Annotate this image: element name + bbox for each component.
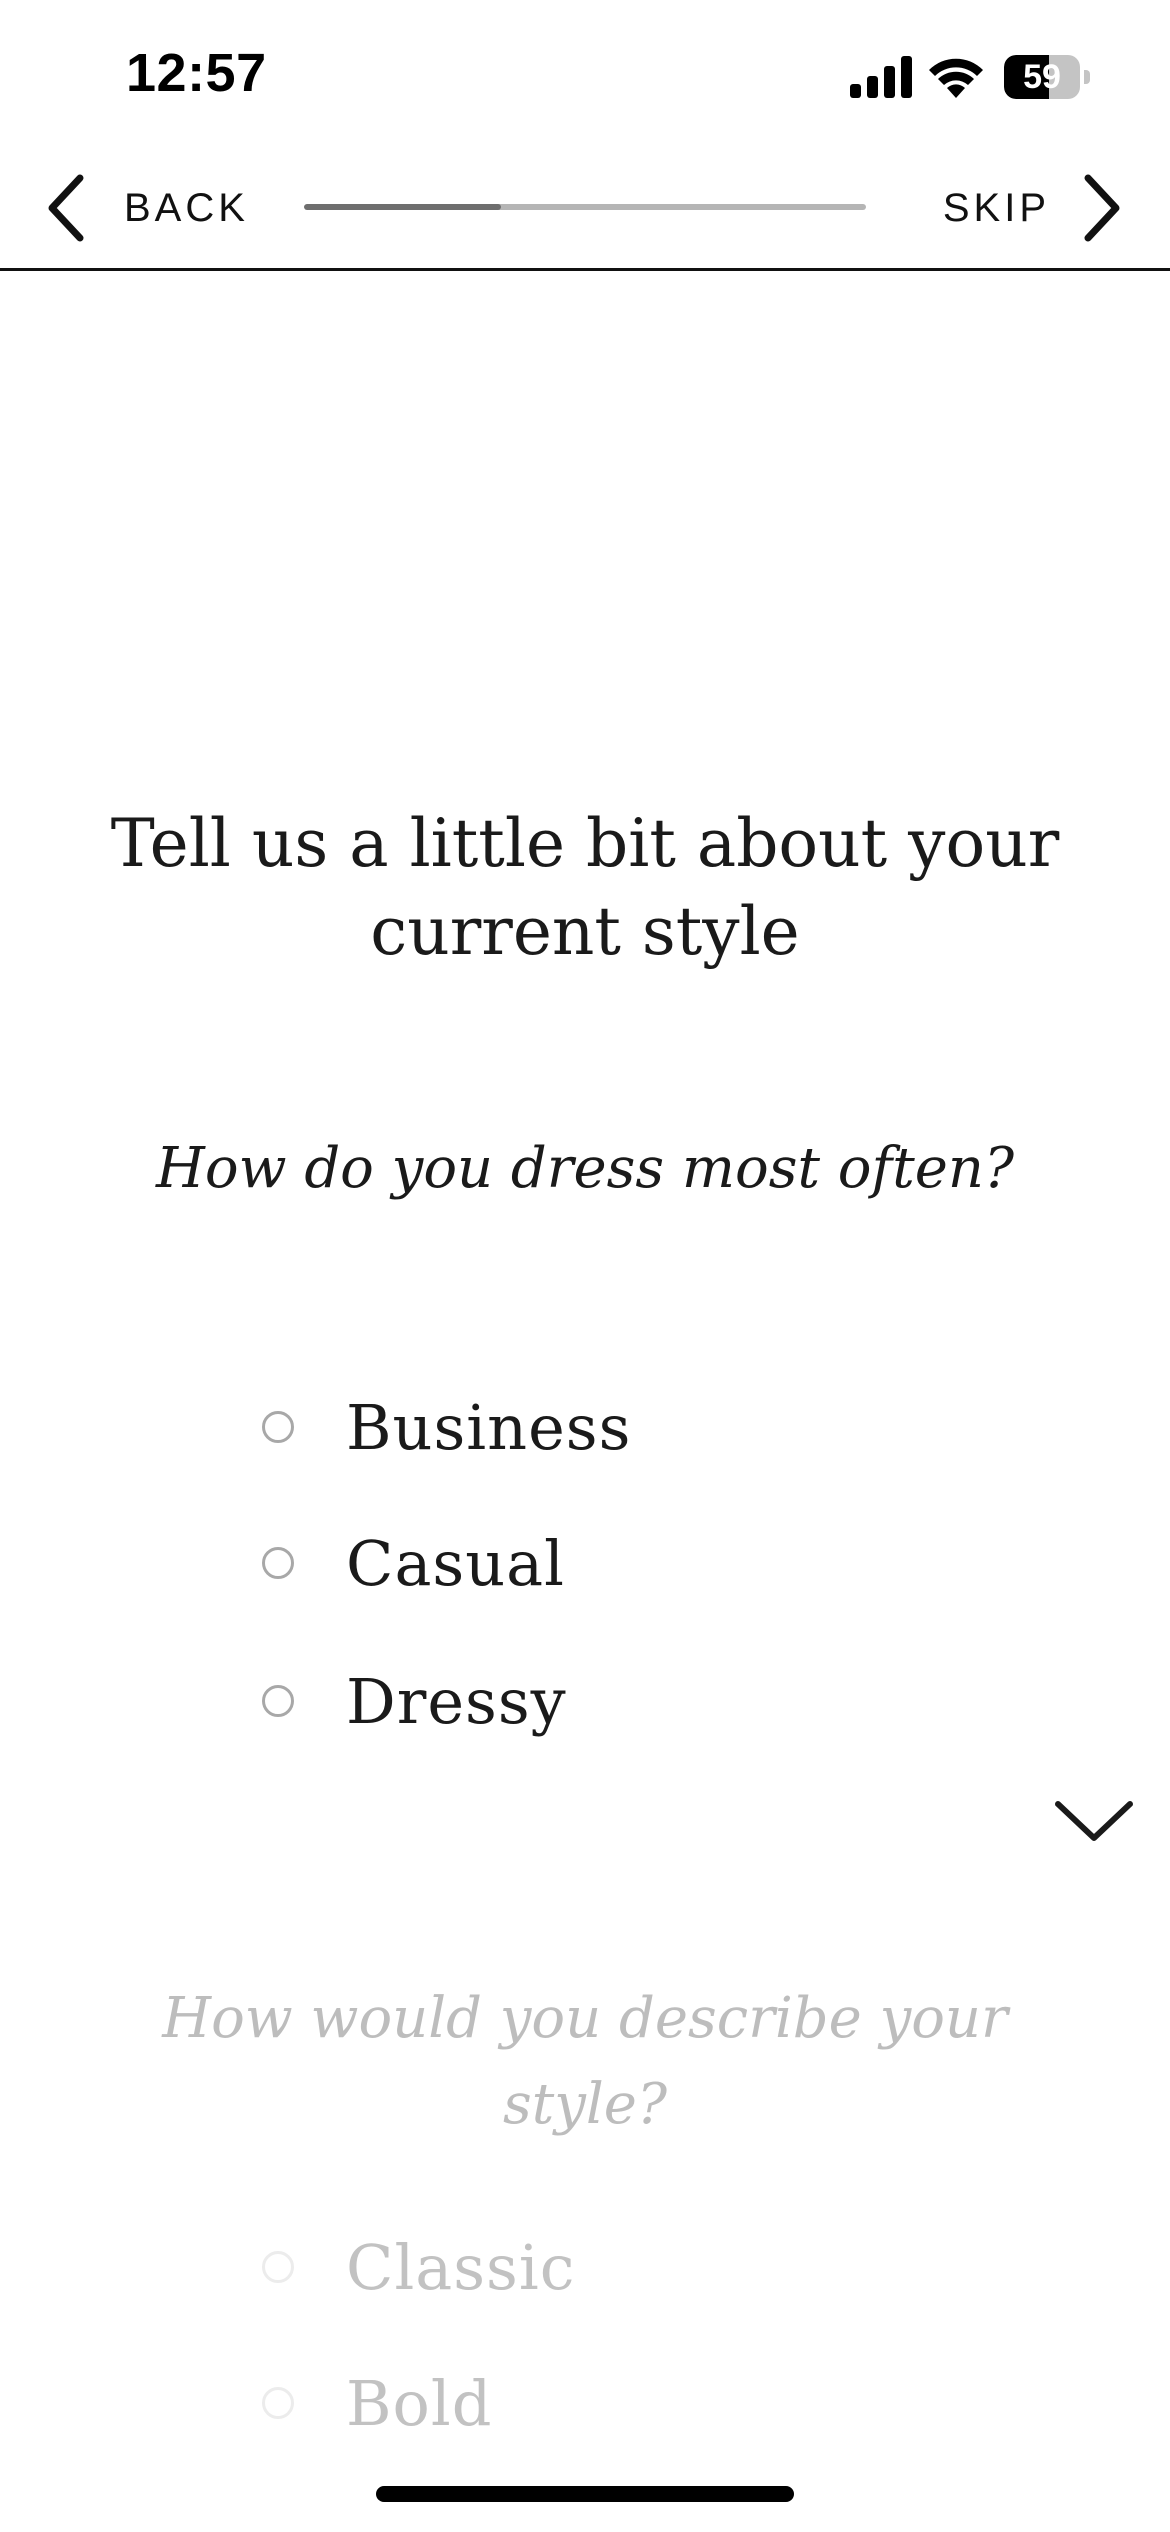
signal-icon [850,56,912,98]
question-dress-often: How do you dress most often? [156,1136,1014,1201]
radio-button[interactable] [262,1547,294,1579]
option-classic[interactable]: Classic [262,2222,575,2312]
question-describe-style: How would you describe your style? [162,1986,1008,2137]
wifi-icon [929,58,983,98]
home-indicator [376,2486,794,2502]
status-bar: 12:57 59 [0,0,1170,150]
battery-icon: 59 [1004,55,1090,99]
status-time: 12:57 [126,43,267,103]
battery-level: 59 [1023,58,1061,96]
chevron-right-icon [1084,174,1120,242]
battery-cap [1084,70,1090,84]
skip-button[interactable]: SKIP [943,172,1124,244]
radio-button[interactable] [262,1685,294,1717]
progress-bar [304,204,866,210]
option-label: Casual [346,1526,565,1600]
nav-bar: BACK SKIP [0,150,1170,271]
back-label: BACK [124,185,249,230]
status-icons: 59 [850,52,1090,102]
option-label: Bold [346,2366,493,2440]
radio-button[interactable] [262,2251,294,2283]
skip-label: SKIP [942,185,1050,230]
page-title: Tell us a little bit about your current … [110,805,1060,970]
chevron-down-icon[interactable] [1052,1796,1136,1846]
chevron-left-icon [48,174,84,242]
radio-button[interactable] [262,2387,294,2419]
option-label: Classic [346,2230,576,2304]
option-dressy[interactable]: Dressy [262,1656,567,1746]
option-casual[interactable]: Casual [262,1518,565,1608]
progress-fill [304,204,501,210]
option-label: Business [346,1390,632,1464]
radio-button[interactable] [262,1411,294,1443]
back-button[interactable]: BACK [44,172,249,244]
option-business[interactable]: Business [262,1382,631,1472]
option-label: Dressy [346,1664,567,1738]
option-bold[interactable]: Bold [262,2358,492,2448]
